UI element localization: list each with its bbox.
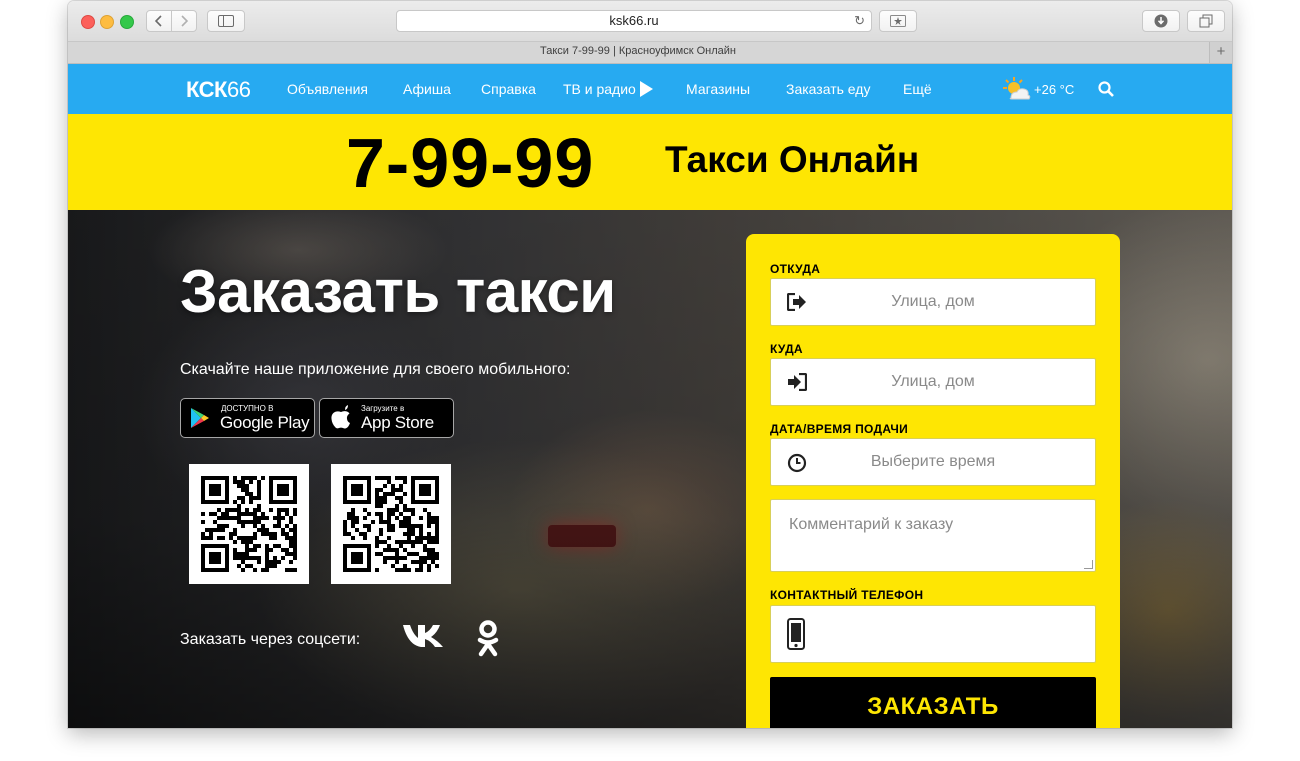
datetime-label: ДАТА/ВРЕМЯ ПОДАЧИ xyxy=(770,422,909,436)
browser-toolbar: ksk66.ru ↻ xyxy=(68,1,1232,42)
play-icon xyxy=(639,81,653,97)
mobile-phone-icon xyxy=(787,618,805,650)
tab-bar: Такси 7-99-99 | Красноуфимск Онлайн + xyxy=(68,42,1232,64)
from-address-input[interactable]: Улица, дом xyxy=(770,278,1096,326)
downloads-button[interactable] xyxy=(1142,10,1180,32)
taxi-order-form: ОТКУДА Улица, дом КУДА Улица, дом ДАТА/В… xyxy=(746,234,1120,728)
comment-textarea[interactable]: Комментарий к заказу xyxy=(770,499,1096,572)
vk-icon[interactable] xyxy=(402,622,444,648)
tabs-icon xyxy=(1199,14,1213,28)
banner-title: Такси Онлайн xyxy=(665,139,920,180)
logo-number: 66 xyxy=(226,77,251,102)
nav-item-tv-radio[interactable]: ТВ и радио xyxy=(563,81,653,97)
pickup-time-placeholder: Выберите время xyxy=(870,453,996,470)
app-store-text: App Store xyxy=(361,413,434,432)
hero-section: Заказать такси Скачайте наше приложение … xyxy=(68,210,1232,728)
sidebar-toggle-button[interactable] xyxy=(207,10,245,32)
tab-title[interactable]: Такси 7-99-99 | Красноуфимск Онлайн xyxy=(68,45,1208,57)
minimize-window-button[interactable] xyxy=(100,15,114,29)
new-tab-button[interactable]: + xyxy=(1209,42,1232,63)
site-logo[interactable]: КСК66 xyxy=(186,77,251,103)
qr-code-image xyxy=(343,476,439,572)
from-label: ОТКУДА xyxy=(770,262,821,276)
from-address-placeholder: Улица, дом xyxy=(891,293,975,310)
download-icon xyxy=(1154,14,1168,28)
url-text: ksk66.ru xyxy=(609,13,659,28)
apple-icon xyxy=(331,405,350,429)
comment-placeholder: Комментарий к заказу xyxy=(789,516,954,533)
back-button[interactable] xyxy=(146,10,172,32)
nav-item-events[interactable]: Афиша xyxy=(403,81,451,97)
odnoklassniki-icon[interactable] xyxy=(477,620,499,658)
qr-code-image xyxy=(201,476,297,572)
maximize-window-button[interactable] xyxy=(120,15,134,29)
sidebar-icon xyxy=(218,15,234,27)
app-store-small-text: Загрузите в xyxy=(361,404,405,413)
to-label: КУДА xyxy=(770,342,803,356)
contact-phone-input[interactable] xyxy=(770,605,1096,663)
resize-handle[interactable] xyxy=(1084,560,1093,569)
google-play-icon xyxy=(191,408,209,428)
bookmark-button[interactable] xyxy=(879,10,917,32)
phone-label: КОНТАКТНЫЙ ТЕЛЕФОН xyxy=(770,588,924,602)
pickup-time-input[interactable]: Выберите время xyxy=(770,438,1096,486)
to-address-placeholder: Улица, дом xyxy=(891,373,975,390)
tab-overview-button[interactable] xyxy=(1187,10,1225,32)
nav-item-ads[interactable]: Объявления xyxy=(287,81,368,97)
close-window-button[interactable] xyxy=(81,15,95,29)
nav-item-more[interactable]: Ещё xyxy=(903,81,932,97)
google-play-button[interactable]: ДОСТУПНО В Google Play xyxy=(180,398,315,438)
app-store-button[interactable]: Загрузите в App Store xyxy=(319,398,454,438)
social-order-label: Заказать через соцсети: xyxy=(180,631,361,648)
order-submit-button[interactable]: ЗАКАЗАТЬ xyxy=(770,677,1096,728)
logo-letters: КСК xyxy=(186,77,227,102)
reload-icon[interactable]: ↻ xyxy=(854,11,865,31)
site-nav: КСК66 Объявления Афиша Справка ТВ и ради… xyxy=(68,64,1232,114)
android-qr-code xyxy=(189,464,309,584)
google-play-small-text: ДОСТУПНО В xyxy=(221,404,274,413)
nav-item-food[interactable]: Заказать еду xyxy=(786,81,870,97)
phone-banner: 7-99-99 Такси Онлайн xyxy=(68,114,1232,210)
hero-title: Заказать такси xyxy=(180,258,616,325)
nav-item-shops[interactable]: Магазины xyxy=(686,81,750,97)
taxi-phone-number[interactable]: 7-99-99 xyxy=(346,123,594,203)
app-download-text: Скачайте наше приложение для своего моби… xyxy=(180,361,571,378)
address-bar[interactable]: ksk66.ru ↻ xyxy=(396,10,872,32)
temperature: +26 °C xyxy=(1034,82,1075,97)
chevron-right-icon xyxy=(181,15,188,27)
ios-qr-code xyxy=(331,464,451,584)
browser-window: ksk66.ru ↻ Такси 7-99-99 | Красноуфимск … xyxy=(68,1,1232,728)
sun-cloud-icon xyxy=(1003,77,1031,100)
chevron-left-icon xyxy=(155,15,162,27)
star-icon xyxy=(890,15,906,27)
search-icon[interactable] xyxy=(1098,81,1114,97)
google-play-text: Google Play xyxy=(220,413,310,432)
forward-button[interactable] xyxy=(171,10,197,32)
to-address-input[interactable]: Улица, дом xyxy=(770,358,1096,406)
nav-item-tv-radio-label: ТВ и радио xyxy=(563,81,636,97)
nav-item-directory[interactable]: Справка xyxy=(481,81,536,97)
